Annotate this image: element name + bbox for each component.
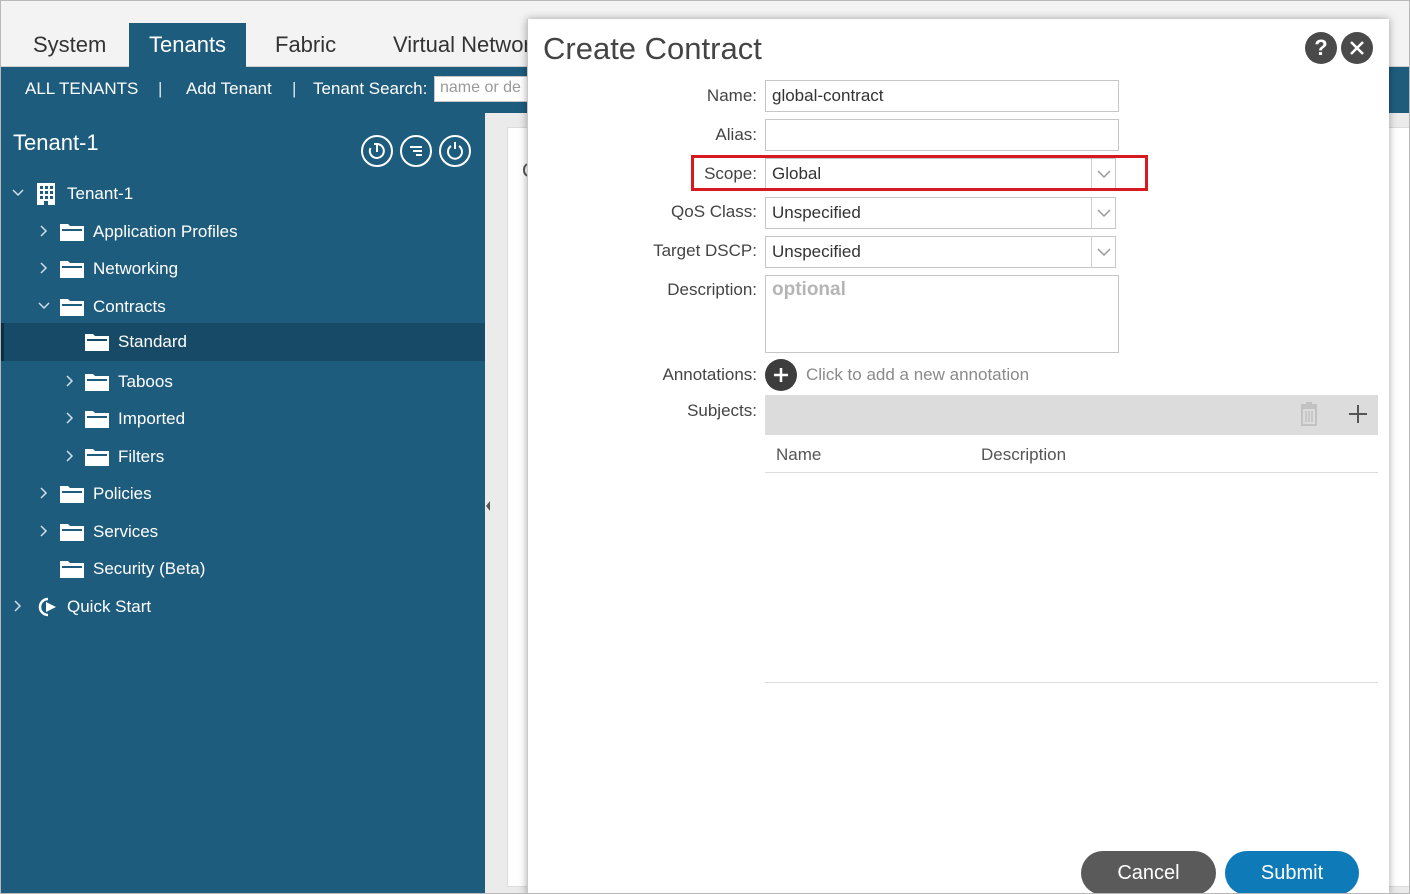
qos-class-value: Unspecified — [772, 203, 861, 222]
add-tenant-link[interactable]: Add Tenant — [186, 79, 272, 99]
tree-item-label: Filters — [118, 447, 165, 466]
tree-item-tenant-1[interactable]: Tenant-1 — [1, 175, 485, 213]
subjects-table-header: Name Description — [765, 435, 1378, 473]
tree-item-application-profiles[interactable]: Application Profiles — [1, 213, 485, 251]
chevron-right-icon[interactable] — [37, 224, 51, 238]
tenant-search-label: Tenant Search: — [313, 79, 428, 98]
qos-class-select[interactable]: Unspecified — [765, 197, 1116, 229]
chevron-down-icon[interactable] — [11, 186, 25, 200]
tree-item-label: Policies — [93, 484, 152, 503]
scope-label: Scope: — [704, 164, 757, 183]
app-window: System Tenants Fabric Virtual Networ ALL… — [0, 0, 1410, 894]
refresh-icon[interactable] — [439, 135, 471, 167]
alias-input[interactable] — [765, 119, 1119, 151]
add-icon[interactable] — [765, 359, 797, 391]
folder-icon — [85, 374, 109, 391]
name-input[interactable]: global-contract — [765, 80, 1119, 112]
folder-icon — [60, 561, 84, 578]
chevron-right-icon[interactable] — [37, 486, 51, 500]
clock-back-icon[interactable] — [361, 135, 393, 167]
add-annotation-link[interactable]: Click to add a new annotation — [806, 365, 1029, 385]
cancel-button[interactable]: Cancel — [1081, 851, 1216, 893]
nav-separator: | — [292, 79, 297, 98]
chevron-down-icon[interactable] — [1091, 237, 1115, 267]
tab-virtual-networking[interactable]: Virtual Networ — [373, 23, 551, 67]
tree-item-taboos[interactable]: Taboos — [1, 363, 485, 401]
panel-title: Tenant-1 — [13, 130, 99, 155]
folder-icon — [60, 299, 84, 316]
chevron-down-icon[interactable] — [37, 299, 51, 313]
tree-item-label: Contracts — [93, 297, 166, 316]
chevron-right-icon[interactable] — [11, 599, 25, 613]
chevron-down-icon[interactable] — [1091, 198, 1115, 228]
quick-start-icon — [38, 597, 56, 617]
all-tenants-link[interactable]: ALL TENANTS — [25, 79, 138, 99]
tree-item-label: Services — [93, 522, 159, 541]
description-textarea[interactable]: optional — [765, 275, 1119, 353]
chevron-right-icon[interactable] — [63, 449, 77, 463]
folder-icon — [60, 261, 84, 278]
folder-icon — [60, 224, 84, 241]
description-label: Description: — [667, 280, 757, 299]
folder-icon — [60, 486, 84, 503]
tree-item-label: Standard — [118, 332, 187, 351]
tree-item-standard[interactable]: Standard — [1, 323, 485, 361]
tree-item-contracts[interactable]: Contracts — [1, 288, 485, 326]
tab-fabric[interactable]: Fabric — [255, 23, 356, 67]
chevron-right-icon[interactable] — [37, 524, 51, 538]
nav-separator: | — [158, 79, 163, 98]
tree-item-security-beta[interactable]: Security (Beta) — [1, 550, 485, 588]
tree-item-label: Security (Beta) — [93, 559, 206, 578]
create-contract-dialog: Create Contract ? Name: global-contract … — [527, 19, 1389, 893]
list-icon[interactable] — [400, 135, 432, 167]
chevron-down-icon[interactable] — [1091, 159, 1115, 189]
tree-item-filters[interactable]: Filters — [1, 438, 485, 476]
tab-system[interactable]: System — [13, 23, 126, 67]
column-header-description[interactable]: Description — [981, 445, 1066, 465]
scope-value: Global — [772, 164, 822, 183]
plus-icon[interactable] — [1347, 403, 1369, 425]
subjects-toolbar — [765, 395, 1378, 435]
tree-item-label: Taboos — [118, 372, 173, 391]
target-dscp-label: Target DSCP: — [653, 241, 757, 260]
annotations-label: Annotations: — [662, 365, 757, 384]
subjects-label: Subjects: — [687, 401, 757, 420]
tab-tenants[interactable]: Tenants — [129, 23, 247, 67]
tree-item-label: Imported — [118, 409, 186, 428]
close-icon[interactable] — [1341, 32, 1373, 64]
dialog-title: Create Contract — [543, 31, 762, 66]
trash-icon[interactable] — [1298, 402, 1320, 426]
tree-item-label: Tenant-1 — [67, 184, 134, 203]
tree-item-imported[interactable]: Imported — [1, 400, 485, 438]
target-dscp-value: Unspecified — [772, 242, 861, 261]
tree-item-label: Networking — [93, 259, 179, 278]
tree-item-label: Application Profiles — [93, 222, 238, 241]
subjects-table-divider — [765, 682, 1378, 683]
folder-icon — [60, 524, 84, 541]
tenant-tree-panel: Tenant-1 Tenant-1 Application Profiles N… — [1, 113, 485, 893]
name-label: Name: — [706, 86, 757, 105]
building-icon — [37, 183, 55, 205]
scope-select[interactable]: Global — [765, 158, 1116, 190]
tree-item-quick-start[interactable]: Quick Start — [1, 588, 485, 626]
help-icon[interactable]: ? — [1305, 32, 1337, 64]
alias-label: Alias: — [715, 125, 757, 144]
tree-item-policies[interactable]: Policies — [1, 475, 485, 513]
tree-item-services[interactable]: Services — [1, 513, 485, 551]
qos-class-label: QoS Class: — [671, 202, 757, 221]
tree-item-label: Quick Start — [67, 597, 152, 616]
chevron-right-icon[interactable] — [37, 261, 51, 275]
panel-splitter-handle[interactable] — [485, 491, 491, 521]
target-dscp-select[interactable]: Unspecified — [765, 236, 1116, 268]
chevron-right-icon[interactable] — [63, 374, 77, 388]
folder-icon — [85, 449, 109, 466]
chevron-right-icon[interactable] — [63, 411, 77, 425]
folder-icon — [85, 334, 109, 351]
tree-item-networking[interactable]: Networking — [1, 250, 485, 288]
column-header-name[interactable]: Name — [776, 445, 821, 465]
folder-icon — [85, 411, 109, 428]
submit-button[interactable]: Submit — [1225, 851, 1359, 893]
